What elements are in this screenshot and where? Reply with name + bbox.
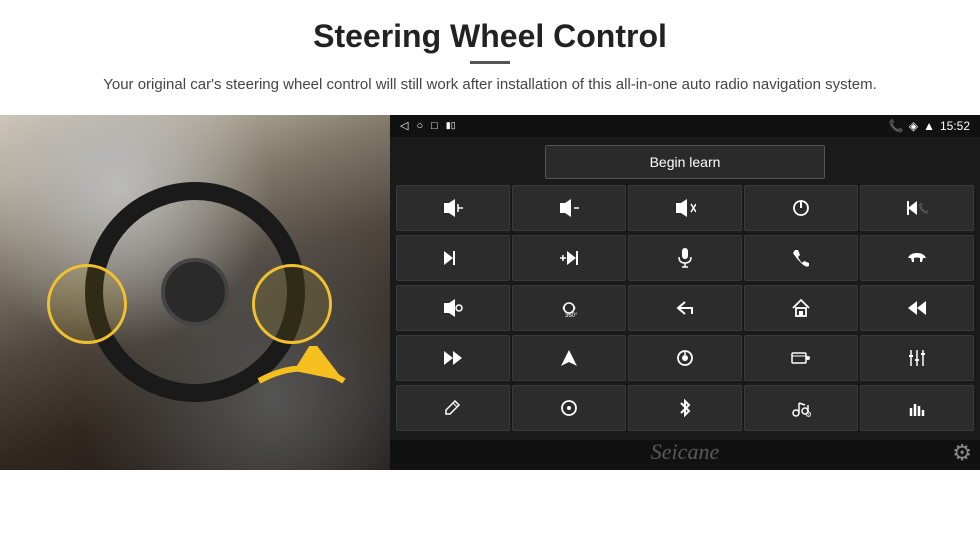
- back-button[interactable]: [628, 285, 742, 331]
- music-settings-button[interactable]: ⚙: [744, 385, 858, 431]
- content-row: ◁ ○ □ ▮▯ 📞 ◈ ▲ 15:52 Begin learn: [0, 115, 980, 548]
- home-nav-icon[interactable]: ○: [416, 120, 423, 132]
- status-right: 📞 ◈ ▲ 15:52: [889, 119, 970, 133]
- watermark-row: Seicane ⚙: [390, 440, 980, 470]
- menu-button[interactable]: [512, 385, 626, 431]
- hang-up-button[interactable]: [860, 235, 974, 281]
- fast-forward-button[interactable]: [512, 235, 626, 281]
- wifi-status-icon: ▲: [923, 119, 935, 133]
- svg-text:360°: 360°: [565, 313, 578, 317]
- equalizer-settings-button[interactable]: [860, 335, 974, 381]
- navigation-button[interactable]: [512, 335, 626, 381]
- microphone-button[interactable]: [628, 235, 742, 281]
- steering-wheel-image: [0, 115, 390, 470]
- pen-button[interactable]: [396, 385, 510, 431]
- camera-360-button[interactable]: 360°: [512, 285, 626, 331]
- phone-prev-button[interactable]: 📞: [860, 185, 974, 231]
- begin-learn-row: Begin learn: [390, 137, 980, 185]
- recent-nav-icon[interactable]: □: [431, 120, 438, 132]
- begin-learn-button[interactable]: Begin learn: [545, 145, 825, 179]
- skip-forward-button[interactable]: [396, 335, 510, 381]
- page-title: Steering Wheel Control: [60, 18, 920, 55]
- phone-status-icon: 📞: [889, 119, 904, 133]
- bluetooth-button[interactable]: [628, 385, 742, 431]
- android-statusbar: ◁ ○ □ ▮▯ 📞 ◈ ▲ 15:52: [390, 115, 980, 137]
- clock: 15:52: [940, 119, 970, 133]
- status-left: ◁ ○ □ ▮▯: [400, 119, 456, 132]
- title-divider: [470, 61, 510, 64]
- call-button[interactable]: [744, 235, 858, 281]
- yellow-arrow: [249, 346, 359, 416]
- back-nav-icon[interactable]: ◁: [400, 119, 408, 132]
- mute-button[interactable]: [628, 185, 742, 231]
- svg-text:⚙: ⚙: [805, 410, 811, 417]
- speaker-button[interactable]: [396, 285, 510, 331]
- location-status-icon: ◈: [909, 119, 918, 133]
- header-section: Steering Wheel Control Your original car…: [0, 0, 980, 107]
- source-button[interactable]: [628, 335, 742, 381]
- button-highlight-right: [252, 264, 332, 344]
- vol-down-button[interactable]: [512, 185, 626, 231]
- next-track-button[interactable]: [396, 235, 510, 281]
- battery-status-icon: ▮▯: [446, 120, 456, 131]
- vol-up-button[interactable]: [396, 185, 510, 231]
- home-button[interactable]: [744, 285, 858, 331]
- page-container: Steering Wheel Control Your original car…: [0, 0, 980, 548]
- audio-level-button[interactable]: [860, 385, 974, 431]
- button-highlight-left: [47, 264, 127, 344]
- control-buttons-grid: 📞: [390, 185, 980, 440]
- android-panel: ◁ ○ □ ▮▯ 📞 ◈ ▲ 15:52 Begin learn: [390, 115, 980, 470]
- seicane-watermark: Seicane: [390, 439, 980, 465]
- svg-text:📞: 📞: [918, 202, 928, 215]
- settings-gear-icon[interactable]: ⚙: [952, 440, 972, 466]
- subtitle: Your original car's steering wheel contr…: [60, 74, 920, 97]
- power-button[interactable]: [744, 185, 858, 231]
- radio-button[interactable]: [744, 335, 858, 381]
- rewind-button[interactable]: [860, 285, 974, 331]
